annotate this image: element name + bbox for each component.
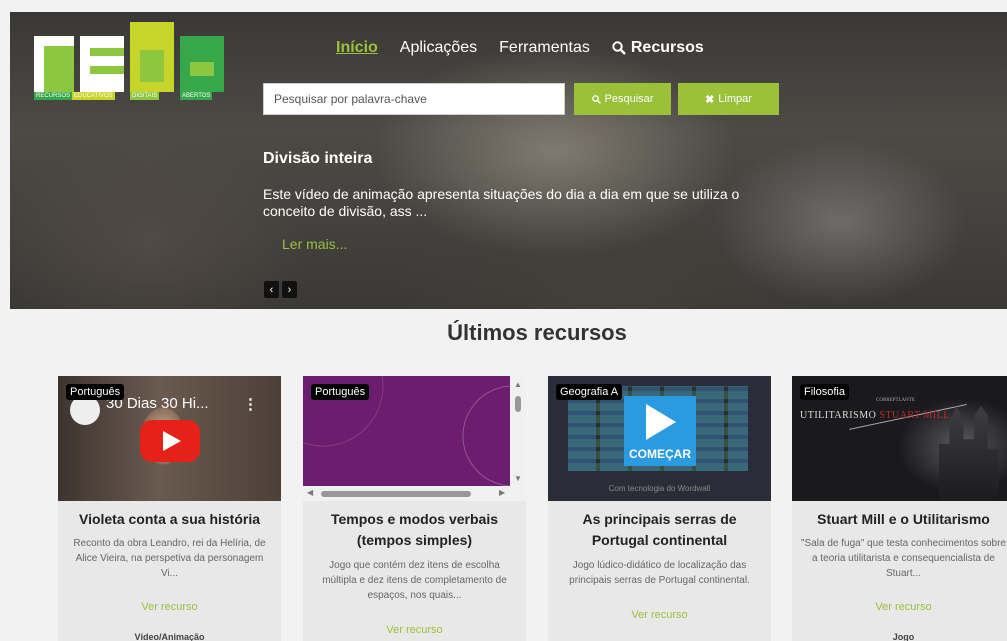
logo-word-3: DIGITAIS (130, 92, 160, 100)
vertical-scroll-thumb[interactable] (515, 396, 521, 412)
logo-letter-r-stem (34, 46, 44, 92)
subject-tag: Português (311, 384, 370, 400)
search-button[interactable]: Pesquisar (574, 83, 671, 115)
scroll-left-icon[interactable]: ◀ (307, 488, 313, 497)
nav-item-ferramentas[interactable]: Ferramentas (499, 39, 590, 57)
play-triangle-icon (163, 431, 181, 451)
chevron-right-icon[interactable]: › (282, 281, 297, 298)
card-media-embed[interactable]: ▲ ▼ ◀ ▶ Português (303, 376, 526, 501)
cover-title-a: UTILITARISMO (800, 410, 877, 421)
horizontal-scroll-thumb[interactable] (321, 491, 471, 497)
card-view-link[interactable]: Ver recurso (548, 609, 771, 621)
card-description: Reconto da obra Leandro, rei da Helíria,… (73, 538, 266, 579)
logo-letter-e-gap2 (90, 66, 124, 74)
card-media-image[interactable]: CORREPTLANTE UTILITARISMO STUART MILL Fi… (792, 376, 1007, 501)
subject-tag: Filosofia (800, 384, 849, 400)
resource-card: 30 Dias 30 Hi... ⋮ Português Violeta con… (58, 376, 281, 641)
resource-card: COMEÇAR Com tecnologia do Wordwall Geogr… (548, 376, 771, 641)
vertical-scrollbar[interactable] (510, 376, 526, 486)
wordwall-credit: Com tecnologia do Wordwall (608, 484, 711, 493)
card-resource-type: Jogo (892, 632, 915, 641)
nav-item-recursos[interactable]: Recursos (612, 39, 704, 57)
subject-tag: Geografia A (556, 384, 623, 400)
card-title: Violeta conta a sua história (78, 511, 261, 527)
more-options-icon[interactable]: ⋮ (243, 395, 258, 413)
card-title: As principais serras de Portugal contine… (582, 511, 737, 548)
card-title: Tempos e modos verbais (tempos simples) (330, 511, 498, 548)
logo-word-2: EDUCATIVOS (72, 92, 115, 100)
search-button-label: Pesquisar (604, 93, 654, 105)
nav-item-recursos-label: Recursos (630, 39, 704, 56)
main-nav: Início Aplicações Ferramentas Recursos (336, 39, 704, 57)
start-button-label: COMEÇAR (629, 447, 691, 461)
cover-title-b: STUART MILL (879, 410, 950, 421)
clear-button[interactable]: ✖ Limpar (678, 83, 779, 115)
hero-banner: RECURSOS EDUCATIVOS DIGITAIS ABERTOS Iní… (10, 12, 1007, 309)
logo-letter-e (80, 36, 124, 92)
play-icon (646, 404, 676, 440)
card-description: Jogo que contém dez itens de escolha múl… (322, 560, 507, 601)
card-view-link[interactable]: Ver recurso (792, 601, 1007, 613)
search-icon (612, 41, 626, 55)
nav-item-aplicacoes[interactable]: Aplicações (400, 39, 477, 57)
logo-word-1: RECURSOS (34, 92, 73, 100)
subject-tag: Português (66, 384, 125, 400)
logo-letter-e-gap1 (90, 48, 124, 56)
clear-button-label: Limpar (718, 93, 752, 105)
cover-subtitle: CORREPTLANTE (876, 398, 915, 403)
card-media-video[interactable]: 30 Dias 30 Hi... ⋮ Português (58, 376, 281, 501)
card-description: Jogo lúdico-didático de localização das … (569, 560, 750, 586)
card-description: "Sala de fuga" que testa conhecimentos s… (800, 538, 1006, 579)
logo-letter-a-hole (190, 62, 214, 76)
nav-item-inicio[interactable]: Início (336, 39, 378, 57)
card-view-link[interactable]: Ver recurso (58, 601, 281, 613)
slide-arrows: ‹ › (264, 281, 297, 298)
section-title: Últimos recursos (447, 320, 627, 345)
logo-letter-d-hole (140, 50, 164, 82)
slide-title: Divisão inteira (263, 150, 373, 167)
chevron-left-icon[interactable]: ‹ (264, 281, 279, 298)
reda-logo[interactable]: RECURSOS EDUCATIVOS DIGITAIS ABERTOS (34, 22, 224, 102)
scroll-down-icon[interactable]: ▼ (514, 474, 522, 483)
search-input[interactable] (263, 83, 565, 115)
slide-description: Este vídeo de animação apresenta situaçõ… (263, 186, 740, 219)
logo-letter-r-cut (44, 46, 74, 92)
search-icon (591, 94, 601, 104)
slide-read-more-link[interactable]: Ler mais... (282, 236, 347, 252)
card-media-wordwall[interactable]: COMEÇAR Com tecnologia do Wordwall Geogr… (548, 376, 771, 501)
card-title: Stuart Mill e o Utilitarismo (817, 511, 990, 527)
logo-letter-r-bar (34, 36, 74, 46)
resource-card: ▲ ▼ ◀ ▶ Português Tempos e modos verbais… (303, 376, 526, 641)
card-resource-type: Vídeo/Animação (134, 632, 205, 641)
close-icon: ✖ (705, 93, 715, 106)
cover-title: UTILITARISMO STUART MILL (800, 410, 950, 421)
scroll-up-icon[interactable]: ▲ (514, 380, 522, 389)
logo-word-4: ABERTOS (180, 92, 213, 100)
card-view-link[interactable]: Ver recurso (303, 624, 526, 636)
resource-card: CORREPTLANTE UTILITARISMO STUART MILL Fi… (792, 376, 1007, 641)
scroll-right-icon[interactable]: ▶ (499, 488, 505, 497)
